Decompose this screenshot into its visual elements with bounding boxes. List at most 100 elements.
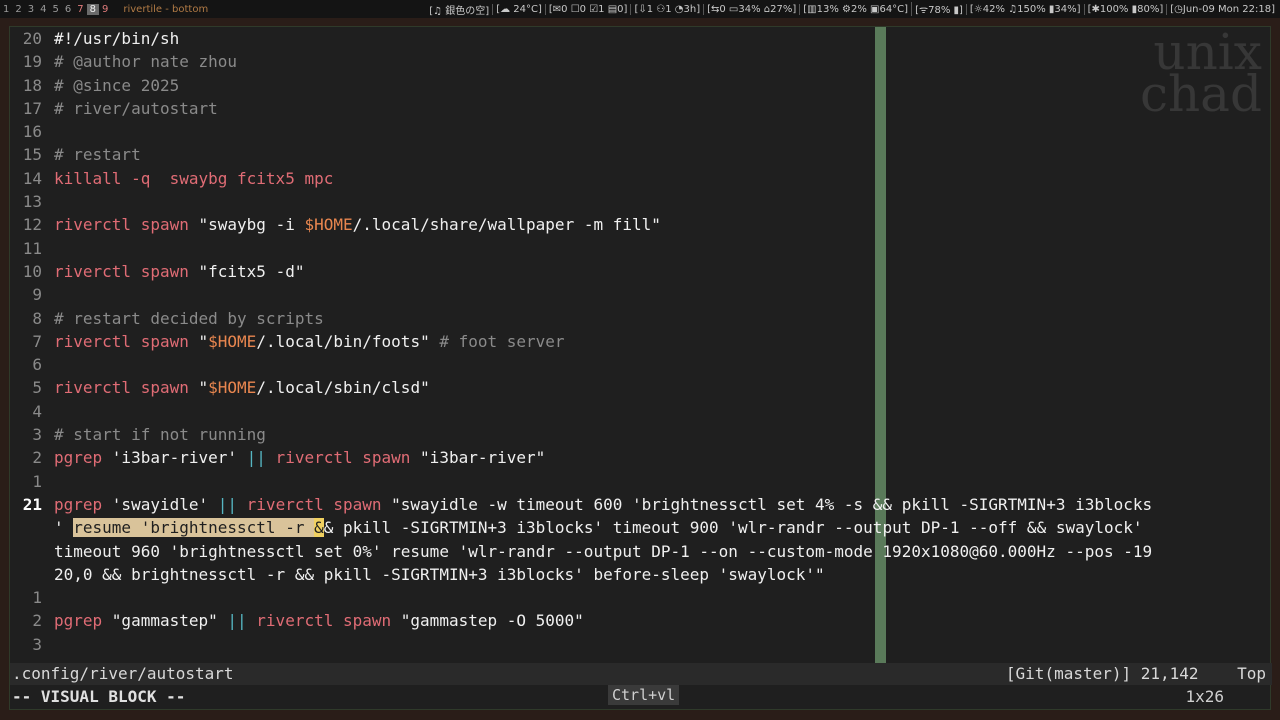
code-line[interactable]: timeout 960 'brightnessctl set 0%' resum… bbox=[10, 540, 1272, 563]
line-content: riverctl spawn "$HOME/.local/bin/foots" … bbox=[54, 330, 565, 353]
line-number: 20 bbox=[22, 29, 42, 48]
tag-6[interactable]: 6 bbox=[62, 4, 74, 15]
line-content: # restart decided by scripts bbox=[54, 307, 324, 330]
line-number: 19 bbox=[22, 52, 42, 72]
code-token: $HOME bbox=[208, 378, 257, 398]
line-number: 12 bbox=[22, 215, 42, 235]
status-block: [☼42% ♫150% ▮34%] bbox=[965, 3, 1084, 15]
code-line[interactable]: 5 riverctl spawn "$HOME/.local/sbin/clsd" bbox=[10, 376, 1272, 399]
code-line[interactable]: 1 bbox=[10, 470, 1272, 493]
line-number: 2 bbox=[32, 448, 42, 468]
line-content: 20,0 && brightnessctl -r && pkill -SIGRT… bbox=[54, 563, 825, 586]
code-token: ' bbox=[54, 518, 74, 538]
line-content: # restart bbox=[54, 143, 141, 166]
code-line[interactable]: 9 bbox=[10, 283, 1272, 306]
code-line[interactable]: ' resume 'brightnessctl -r && pkill -SIG… bbox=[10, 516, 1272, 539]
line-number: 9 bbox=[32, 285, 42, 305]
code-token: riverctl spawn bbox=[54, 331, 199, 351]
vim-command-line[interactable]: -- VISUAL BLOCK -- Ctrl+vl 1x26 bbox=[10, 685, 1272, 709]
code-line[interactable]: 19 # @author nate zhou bbox=[10, 50, 1272, 73]
code-token: # restart decided by scripts bbox=[54, 308, 324, 328]
line-content: riverctl spawn "swaybg -i $HOME/.local/s… bbox=[54, 213, 661, 236]
code-token: killall -q swaybg fcitx5 mpc bbox=[54, 168, 334, 188]
line-content: #!/usr/bin/sh bbox=[54, 27, 179, 50]
code-line[interactable]: 18 # @since 2025 bbox=[10, 74, 1272, 97]
terminal-window[interactable]: unix chad 20 #!/usr/bin/sh 19 # @author nat… bbox=[9, 26, 1272, 710]
line-content: pgrep 'i3bar-river' || riverctl spawn "i… bbox=[54, 446, 545, 469]
status-block: [⇩1 ⚇1 ◔3h] bbox=[630, 3, 703, 15]
tag-1[interactable]: 1 bbox=[0, 4, 12, 15]
code-line[interactable]: 7 riverctl spawn "$HOME/.local/bin/foots"… bbox=[10, 330, 1272, 353]
code-line[interactable]: 4 bbox=[10, 400, 1272, 423]
code-token: riverctl spawn bbox=[237, 494, 392, 514]
line-number: 4 bbox=[32, 401, 42, 421]
code-token: 'swayidle' bbox=[111, 494, 218, 514]
code-token: & pkill -SIGRTMIN+3 i3blocks' timeout 90… bbox=[323, 518, 1143, 538]
line-number: 1 bbox=[32, 471, 42, 491]
code-line[interactable]: 3 # start if not running bbox=[10, 423, 1272, 446]
tag-3[interactable]: 3 bbox=[25, 4, 37, 15]
code-line[interactable]: 20,0 && brightnessctl -r && pkill -SIGRT… bbox=[10, 563, 1272, 586]
code-line[interactable]: 12 riverctl spawn "swaybg -i $HOME/.local… bbox=[10, 213, 1272, 236]
code-line[interactable]: 6 bbox=[10, 353, 1272, 376]
code-token: " bbox=[198, 378, 209, 398]
status-block: [⇆0 ▭34% ⌂27%] bbox=[703, 3, 799, 15]
status-block: [✉0 ☐0 ☑1 ▤0] bbox=[544, 3, 631, 15]
line-number: 1 bbox=[32, 588, 42, 608]
code-token: pgrep bbox=[54, 448, 112, 468]
code-line[interactable]: 21 pgrep 'swayidle' || riverctl spawn "sw… bbox=[10, 493, 1272, 516]
code-line[interactable]: 14 killall -q swaybg fcitx5 mpc bbox=[10, 167, 1272, 190]
code-token: # foot server bbox=[429, 331, 565, 351]
code-line[interactable]: 3 bbox=[10, 633, 1272, 656]
tag-4[interactable]: 4 bbox=[37, 4, 49, 15]
code-token: /.local/sbin/clsd" bbox=[256, 378, 430, 398]
code-line[interactable]: 13 bbox=[10, 190, 1272, 213]
tag-8[interactable]: 8 bbox=[86, 3, 99, 15]
code-token: riverctl spawn bbox=[54, 378, 199, 398]
code-token: $HOME bbox=[304, 215, 353, 235]
code-line[interactable]: 11 bbox=[10, 237, 1272, 260]
code-line[interactable]: 2 pgrep 'i3bar-river' || riverctl spawn "… bbox=[10, 446, 1272, 469]
code-token: # @since 2025 bbox=[54, 75, 180, 95]
code-line[interactable]: 17 # river/autostart bbox=[10, 97, 1272, 120]
line-number: 7 bbox=[32, 331, 42, 351]
status-block: [♫ 銀色の空] bbox=[429, 5, 490, 17]
tag-7[interactable]: 7 bbox=[74, 4, 86, 15]
status-block: [☁ 24°C] bbox=[492, 3, 545, 15]
code-token: " bbox=[198, 331, 209, 351]
code-token: "gammastep" bbox=[111, 611, 228, 631]
line-number: 3 bbox=[32, 634, 42, 654]
line-number: 8 bbox=[32, 308, 42, 328]
line-number: 21 bbox=[22, 494, 42, 514]
code-line[interactable]: 20 #!/usr/bin/sh bbox=[10, 27, 1272, 50]
tag-2[interactable]: 2 bbox=[12, 4, 24, 15]
code-line[interactable]: 16 bbox=[10, 120, 1272, 143]
line-number: 3 bbox=[32, 425, 42, 445]
tag-9[interactable]: 9 bbox=[99, 4, 111, 15]
top-status-bar: 123456789 rivertile - bottom [♫ 銀色の空] [☁ … bbox=[0, 0, 1280, 18]
code-line[interactable]: 2 pgrep "gammastep" || riverctl spawn "ga… bbox=[10, 609, 1272, 632]
code-line[interactable]: 15 # restart bbox=[10, 143, 1272, 166]
line-number: 6 bbox=[32, 355, 42, 375]
text-cursor: & bbox=[314, 518, 324, 538]
status-blocks: [♫ 銀色の空] [☁ 24°C] [✉0 ☐0 ☑1 ▤0] [⇩1 ⚇1 ◔3h]… bbox=[426, 2, 1280, 17]
code-line[interactable]: 8 # restart decided by scripts bbox=[10, 307, 1272, 330]
editor-buffer[interactable]: 20 #!/usr/bin/sh 19 # @author nate zhou 18 # … bbox=[10, 27, 1272, 663]
code-token: timeout 960 'brightnessctl set 0%' resum… bbox=[54, 541, 1153, 561]
git-position-info: [Git(master)] 21,142 Top bbox=[1005, 664, 1266, 683]
code-line[interactable]: 10 riverctl spawn "fcitx5 -d" bbox=[10, 260, 1272, 283]
window-title: rivertile - bottom bbox=[123, 3, 209, 15]
line-content: ' resume 'brightnessctl -r && pkill -SIG… bbox=[54, 516, 1143, 539]
code-token: riverctl spawn bbox=[246, 611, 401, 631]
line-content: riverctl spawn "fcitx5 -d" bbox=[54, 260, 304, 283]
line-content: # @since 2025 bbox=[54, 74, 179, 97]
code-line[interactable]: 1 bbox=[10, 586, 1272, 609]
workspace-tags: 123456789 bbox=[0, 3, 111, 15]
line-number bbox=[10, 563, 54, 586]
code-token: /.local/bin/foots" bbox=[256, 331, 430, 351]
line-number: 16 bbox=[22, 122, 42, 142]
code-token: /.local/share/wallpaper -m fill" bbox=[352, 215, 661, 235]
line-number: 10 bbox=[22, 261, 42, 281]
code-token: # start if not running bbox=[54, 425, 266, 445]
tag-5[interactable]: 5 bbox=[50, 4, 62, 15]
